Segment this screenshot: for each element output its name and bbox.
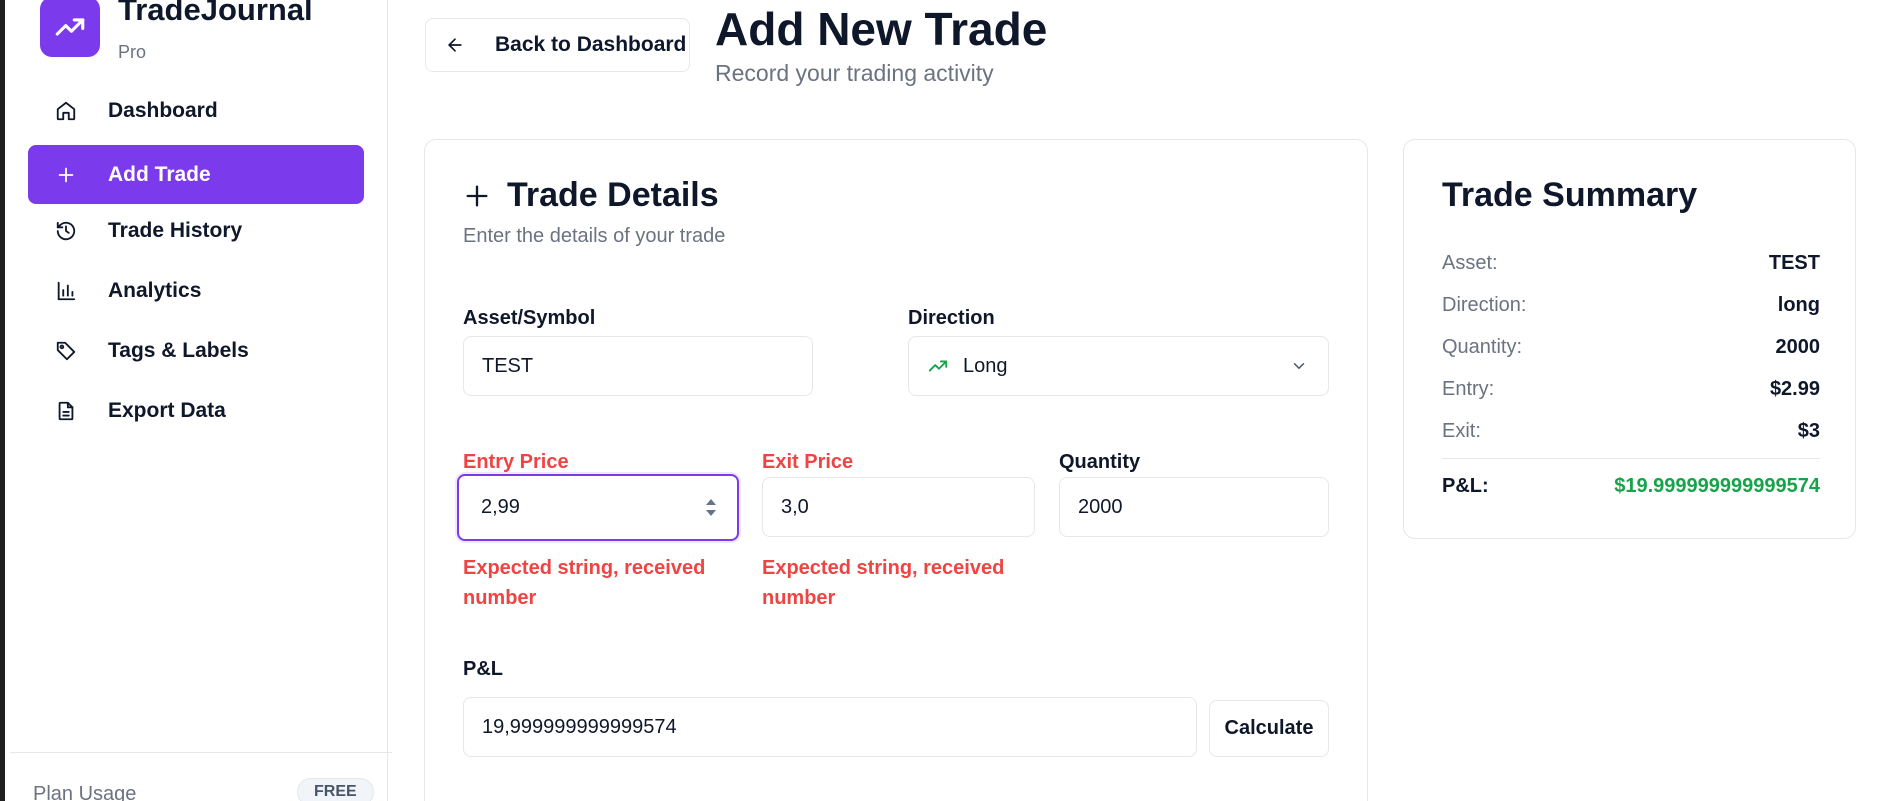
summary-row-exit: Exit: $3 — [1442, 420, 1820, 443]
sidebar-item-tags-labels[interactable]: Tags & Labels — [28, 321, 364, 380]
pl-input[interactable]: 19,999999999999574 — [463, 697, 1197, 757]
direction-value: Long — [963, 354, 1008, 377]
calculate-button[interactable]: Calculate — [1209, 700, 1329, 757]
sidebar-item-add-trade[interactable]: Add Trade — [28, 145, 364, 204]
file-icon — [54, 399, 78, 423]
quantity-label: Quantity — [1059, 451, 1141, 473]
trending-up-icon — [927, 355, 949, 377]
summary-value: long — [1777, 294, 1820, 316]
plus-icon — [463, 181, 493, 211]
quantity-input[interactable]: 2000 — [1059, 477, 1329, 537]
sidebar-item-analytics[interactable]: Analytics — [28, 261, 364, 320]
sidebar-item-label: Export Data — [108, 398, 226, 422]
sidebar: TradeJournal Pro Dashboard Add Trade Tra… — [5, 0, 392, 801]
sidebar-item-label: Trade History — [108, 218, 243, 242]
sidebar-item-export-data[interactable]: Export Data — [28, 381, 364, 440]
sidebar-item-dashboard[interactable]: Dashboard — [28, 81, 364, 140]
sidebar-item-label: Add Trade — [108, 162, 211, 186]
quantity-value: 2000 — [1078, 495, 1123, 518]
summary-pl-value: $19.999999999999574 — [1614, 475, 1820, 497]
plus-icon — [54, 163, 78, 187]
summary-value: $2.99 — [1769, 378, 1820, 400]
plan-usage-label: Plan Usage — [33, 783, 137, 801]
arrow-left-icon — [445, 34, 467, 56]
summary-key: Direction: — [1442, 294, 1527, 316]
sidebar-item-label: Analytics — [108, 278, 202, 302]
summary-row-asset: Asset: TEST — [1442, 252, 1820, 275]
brand-plan: Pro — [118, 42, 147, 62]
summary-key: Quantity: — [1442, 336, 1523, 358]
sidebar-item-label: Dashboard — [108, 98, 218, 122]
summary-row-direction: Direction: long — [1442, 294, 1820, 317]
direction-select[interactable]: Long — [908, 336, 1329, 396]
asset-input[interactable]: TEST — [463, 336, 813, 396]
brand-name: TradeJournal — [118, 0, 313, 27]
pl-value: 19,999999999999574 — [482, 715, 677, 738]
entry-price-label: Entry Price — [463, 451, 569, 473]
trade-details-title: Trade Details — [463, 176, 719, 215]
summary-key: P&L: — [1442, 475, 1489, 497]
exit-price-value: 3,0 — [781, 495, 809, 518]
trade-details-card: Trade Details Enter the details of your … — [424, 139, 1368, 801]
history-icon — [54, 219, 78, 243]
chevron-down-icon — [1290, 357, 1308, 375]
trending-up-icon — [55, 18, 85, 36]
trade-details-subtitle: Enter the details of your trade — [463, 225, 726, 247]
summary-divider — [1442, 458, 1820, 459]
tag-icon — [54, 339, 78, 363]
summary-row-quantity: Quantity: 2000 — [1442, 336, 1820, 359]
asset-input-value: TEST — [482, 354, 534, 377]
summary-value: TEST — [1768, 252, 1820, 274]
asset-label: Asset/Symbol — [463, 307, 596, 329]
exit-price-label: Exit Price — [762, 451, 854, 473]
summary-key: Asset: — [1442, 252, 1498, 274]
page-subtitle: Record your trading activity — [715, 60, 994, 86]
exit-price-error: Expected string, received number — [762, 557, 1005, 609]
brand-logo — [40, 0, 100, 57]
entry-price-value: 2,99 — [481, 496, 520, 518]
home-icon — [54, 99, 78, 123]
summary-row-pl: P&L: $19.999999999999574 — [1442, 475, 1820, 498]
trade-summary-card: Trade Summary Asset: TEST Direction: lon… — [1403, 139, 1856, 539]
entry-price-input[interactable]: 2,99 — [457, 474, 739, 541]
sidebar-item-label: Tags & Labels — [108, 338, 249, 362]
plan-divider — [10, 752, 392, 753]
plan-badge: FREE — [297, 778, 374, 801]
sidebar-item-trade-history[interactable]: Trade History — [28, 201, 364, 260]
direction-selected: Long — [927, 355, 1008, 378]
trade-details-title-text: Trade Details — [507, 176, 719, 214]
summary-key: Exit: — [1442, 420, 1481, 442]
direction-label: Direction — [908, 307, 995, 329]
summary-value: $3 — [1797, 420, 1820, 442]
trade-summary-title: Trade Summary — [1442, 176, 1698, 214]
entry-price-error: Expected string, received number — [463, 557, 706, 609]
bar-chart-icon — [54, 279, 78, 303]
summary-value: 2000 — [1775, 336, 1821, 358]
number-stepper-icon[interactable] — [705, 498, 717, 517]
back-button-label: Back to Dashboard — [495, 33, 687, 56]
back-to-dashboard-button[interactable]: Back to Dashboard — [425, 18, 690, 72]
page-title: Add New Trade — [715, 3, 1048, 55]
summary-key: Entry: — [1442, 378, 1495, 400]
exit-price-input[interactable]: 3,0 — [762, 477, 1035, 537]
summary-row-entry: Entry: $2.99 — [1442, 378, 1820, 401]
pl-label: P&L — [463, 658, 503, 680]
